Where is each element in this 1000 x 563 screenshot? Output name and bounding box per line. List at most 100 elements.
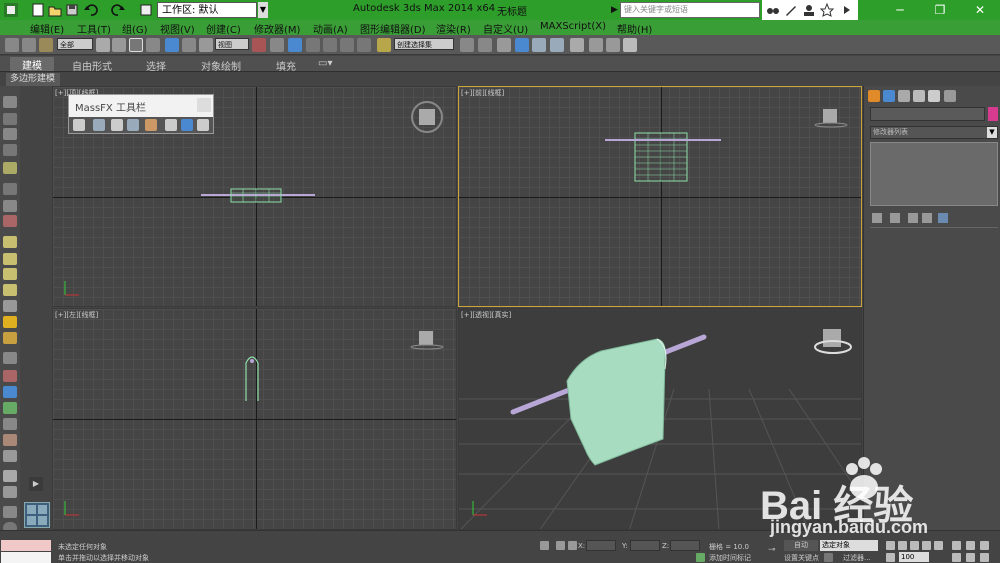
select-by-name-icon[interactable]	[112, 38, 126, 52]
object-name-field[interactable]	[870, 107, 985, 121]
rectangular-selection-icon[interactable]	[129, 38, 143, 52]
menu-customize[interactable]: 自定义(U)	[483, 21, 528, 36]
time-slider-toggle-icon[interactable]: ▶	[29, 477, 43, 491]
chevron-down-icon[interactable]: ▼	[987, 127, 997, 138]
tool-icon[interactable]	[3, 418, 17, 430]
tool-icon[interactable]	[3, 162, 17, 174]
workspace-dropdown[interactable]: 工作区: 默认	[157, 2, 257, 18]
mcloth-icon[interactable]	[111, 119, 123, 131]
reset-simulation-icon[interactable]	[165, 119, 177, 131]
link-icon[interactable]	[5, 38, 19, 52]
tool-icon[interactable]	[3, 144, 17, 156]
tool-icon[interactable]	[3, 506, 17, 518]
tool-icon[interactable]	[3, 486, 17, 498]
tool-icon[interactable]	[3, 128, 17, 140]
schematic-view-icon[interactable]	[550, 38, 564, 52]
minimize-button[interactable]: ─	[880, 0, 920, 20]
add-time-tag-icon[interactable]	[696, 553, 705, 562]
modify-tab-icon[interactable]	[883, 90, 895, 102]
menu-tools[interactable]: 工具(T)	[77, 21, 111, 36]
menu-group[interactable]: 组(G)	[122, 21, 148, 36]
edit-named-selection-icon[interactable]	[377, 38, 391, 52]
x-coordinate-field[interactable]	[586, 540, 616, 551]
layer-manager-icon[interactable]	[497, 38, 511, 52]
chevron-down-icon[interactable]: ▼	[258, 2, 268, 18]
align-icon[interactable]	[478, 38, 492, 52]
object-color-swatch[interactable]	[988, 107, 998, 121]
rendered-frame-window-icon[interactable]	[606, 38, 620, 52]
menu-maxscript[interactable]: MAXScript(X)	[540, 21, 606, 32]
new-scene-icon[interactable]	[30, 2, 46, 18]
menu-rendering[interactable]: 渲染(R)	[436, 21, 471, 36]
pivot-center-icon[interactable]	[252, 38, 266, 52]
menu-graph-editors[interactable]: 图形编辑器(D)	[360, 21, 426, 36]
rigid-body-icon[interactable]	[93, 119, 105, 131]
star-icon[interactable]	[819, 2, 835, 17]
redo-icon[interactable]	[110, 2, 126, 18]
sign-in-icon[interactable]	[802, 3, 816, 17]
tab-object-paint[interactable]: 对象绘制	[201, 58, 241, 73]
tool-icon[interactable]	[3, 352, 17, 364]
massfx-toolbar[interactable]: MassFX 工具栏	[68, 94, 214, 134]
motion-tab-icon[interactable]	[913, 90, 925, 102]
select-and-rotate-icon[interactable]	[182, 38, 196, 52]
tool-icon[interactable]	[3, 316, 17, 328]
select-and-scale-icon[interactable]	[199, 38, 213, 52]
select-object-icon[interactable]	[96, 38, 110, 52]
tab-selection[interactable]: 选择	[146, 58, 166, 73]
constraint-icon[interactable]	[127, 119, 139, 131]
spinner-snap-icon[interactable]	[357, 38, 371, 52]
render-production-icon[interactable]	[623, 38, 637, 52]
tool-icon[interactable]	[3, 113, 17, 125]
bind-space-warp-icon[interactable]	[39, 38, 53, 52]
ragdoll-icon[interactable]	[145, 119, 157, 131]
viewport-label[interactable]: [+][透视][真实]	[461, 310, 511, 320]
tool-icon[interactable]	[3, 470, 17, 482]
graphite-toggle-icon[interactable]	[515, 38, 529, 52]
close-icon[interactable]	[197, 98, 211, 112]
add-time-tag[interactable]: 添加时间标记	[709, 553, 751, 563]
selection-filter-dropdown[interactable]: 全部	[57, 38, 93, 50]
viewport-layout-icon[interactable]	[24, 502, 50, 528]
menu-views[interactable]: 视图(V)	[160, 21, 195, 36]
configure-modifier-sets-icon[interactable]	[938, 213, 948, 223]
binoculars-icon[interactable]	[766, 3, 780, 17]
tool-icon[interactable]	[3, 434, 17, 446]
make-unique-icon[interactable]	[908, 213, 918, 223]
y-coordinate-field[interactable]	[630, 540, 660, 551]
tool-icon[interactable]	[3, 200, 17, 212]
modifier-stack[interactable]	[870, 142, 998, 206]
polygon-modeling-panel[interactable]: 多边形建模	[6, 73, 60, 86]
help-arrow-icon[interactable]	[840, 3, 854, 17]
isolate-icon[interactable]	[556, 541, 565, 550]
menu-edit[interactable]: 编辑(E)	[30, 21, 64, 36]
unlink-icon[interactable]	[22, 38, 36, 52]
app-menu-icon[interactable]	[3, 2, 19, 18]
menu-help[interactable]: 帮助(H)	[617, 21, 652, 36]
select-and-manipulate-icon[interactable]	[270, 38, 284, 52]
tools-icon[interactable]	[784, 3, 798, 17]
modifier-list-dropdown[interactable]: 修改器列表 ▼	[870, 126, 998, 139]
menu-modifiers[interactable]: 修改器(M)	[254, 21, 300, 36]
named-selection-dropdown[interactable]: 创建选择集	[394, 38, 454, 50]
angle-snap-icon[interactable]	[323, 38, 337, 52]
tool-icon[interactable]	[3, 253, 17, 265]
utilities-tab-icon[interactable]	[944, 90, 956, 102]
tool-icon[interactable]	[3, 236, 17, 248]
lock-icon[interactable]	[540, 541, 549, 550]
pin-stack-icon[interactable]	[872, 213, 882, 223]
menu-animation[interactable]: 动画(A)	[313, 21, 348, 36]
keyboard-shortcut-override-icon[interactable]	[288, 38, 302, 52]
tool-icon[interactable]	[3, 370, 17, 382]
tool-icon[interactable]	[3, 268, 17, 280]
curve-editor-icon[interactable]	[532, 38, 546, 52]
select-and-move-icon[interactable]	[165, 38, 179, 52]
show-end-result-icon[interactable]	[890, 213, 900, 223]
percent-snap-icon[interactable]	[340, 38, 354, 52]
reference-coordinate-dropdown[interactable]: 视图	[215, 38, 249, 50]
tool-icon[interactable]	[3, 386, 17, 398]
step-simulation-icon[interactable]	[197, 119, 209, 131]
mirror-icon[interactable]	[460, 38, 474, 52]
open-file-icon[interactable]	[47, 2, 63, 18]
save-icon[interactable]	[64, 2, 80, 18]
